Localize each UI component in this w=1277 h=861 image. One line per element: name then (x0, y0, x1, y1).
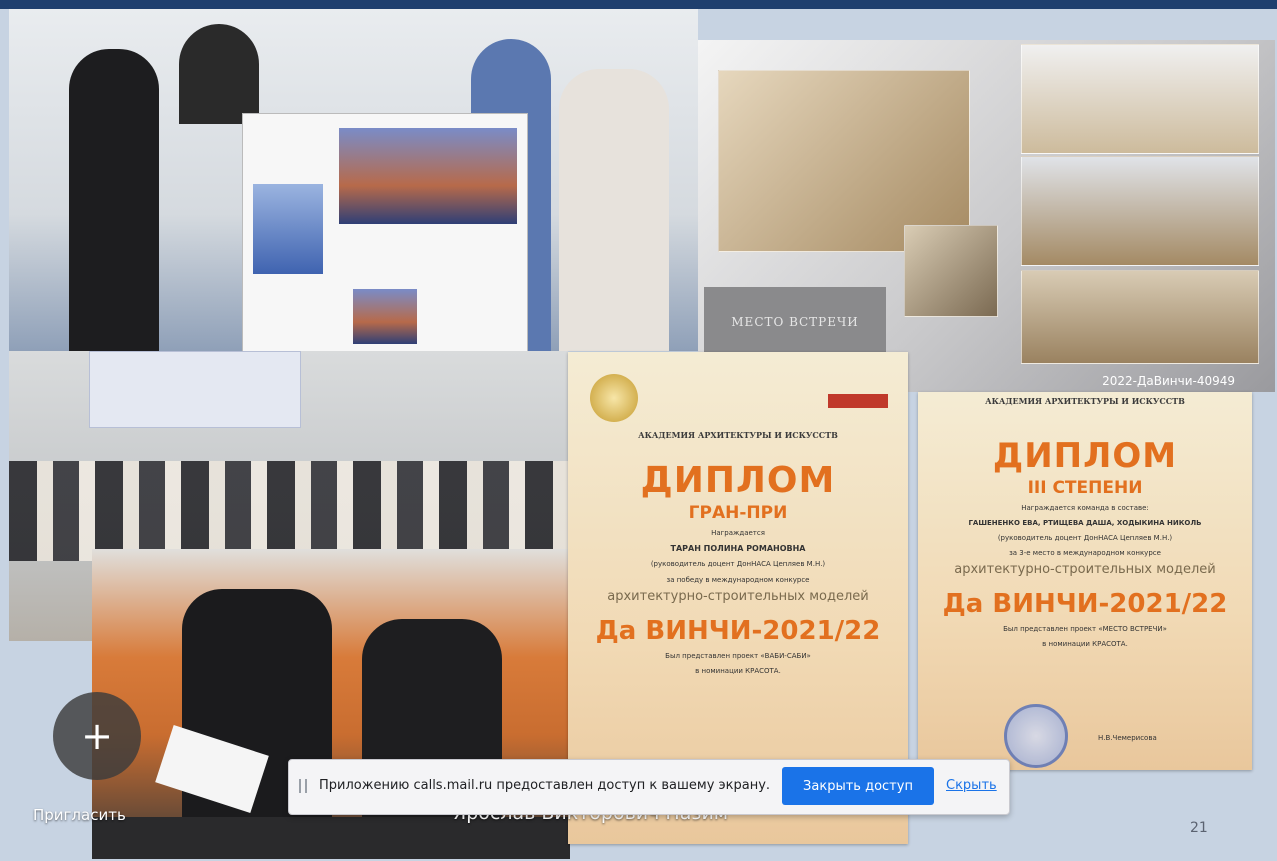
academy-logo (828, 394, 888, 408)
architecture-poster (242, 113, 528, 351)
diploma-title: ДИПЛОМ (992, 436, 1178, 476)
model-caption: 2022-ДаВинчи-40949 (1102, 374, 1235, 388)
diploma-awarded: Награждается (711, 529, 765, 537)
diploma-supervisor: (руководитель доцент ДонНАСА Цепляев М.Н… (650, 560, 826, 569)
diploma-contest: архитектурно-строительных моделей (607, 588, 869, 604)
hide-link[interactable]: Скрыть (946, 778, 997, 793)
diploma-project: Был представлен проект «ВАБИ-САБИ» (665, 651, 811, 660)
event-banner (89, 351, 301, 428)
diploma-nomination: в номинации КРАСОТА. (695, 666, 781, 675)
team-poster-photo (9, 9, 698, 351)
invite-label: Пригласить (33, 806, 126, 824)
bridge-model-angle (1021, 156, 1259, 266)
invite-button[interactable]: + (53, 692, 141, 780)
drag-handle-icon[interactable] (299, 779, 307, 793)
share-message: Приложению calls.mail.ru предоставлен до… (319, 778, 771, 793)
architectural-models-photo: МЕСТО ВСТРЕЧИ 2022-ДаВинчи-40949 (698, 40, 1275, 392)
slide-number: 21 (1190, 820, 1208, 836)
screen-share-notification: Приложению calls.mail.ru предоставлен до… (288, 759, 1010, 815)
diploma-title: ДИПЛОМ (640, 460, 836, 501)
diploma-subtitle: ГРАН-ПРИ (688, 503, 788, 523)
bridge-model-side (1021, 44, 1259, 154)
diploma-academy: АКАДЕМИЯ АРХИТЕКТУРЫ И ИСКУССТВ (985, 396, 1185, 406)
diploma-supervisor: (руководитель доцент ДонНАСА Цепляев М.Н… (997, 534, 1173, 543)
stop-sharing-button[interactable]: Закрыть доступ (782, 767, 934, 805)
poster-diagram (253, 184, 323, 274)
bridge-model-front (1021, 270, 1259, 364)
diploma-academy: АКАДЕМИЯ АРХИТЕКТУРЫ И ИСКУССТВ (638, 430, 838, 440)
poster-render-image (339, 128, 517, 224)
slide-top-bar (0, 0, 1277, 9)
diploma-awarded: Награждается команда в составе: (1021, 504, 1149, 512)
bridge-model-detail (904, 225, 998, 317)
diploma-reason: за 3-е место в международном конкурсе (1009, 549, 1161, 558)
diploma-recipient: ТАРАН ПОЛИНА РОМАНОВНА (670, 544, 806, 554)
diploma-contest: архитектурно-строительных моделей (954, 562, 1216, 578)
diploma-signer: Н.В.Чемерисова (1098, 734, 1157, 742)
plus-icon: + (81, 714, 113, 758)
person-figure (559, 69, 669, 351)
project-name-label: МЕСТО ВСТРЕЧИ (704, 287, 886, 357)
poster-photo (353, 289, 417, 344)
diploma-subtitle: III СТЕПЕНИ (1027, 478, 1143, 498)
diploma-reason: за победу в международном конкурсе (666, 575, 810, 584)
diploma-recipients: ГАШЕНЕНКО ЕВА, РТИЩЕВА ДАША, ХОДЫКИНА НИ… (968, 519, 1202, 528)
diploma-project: Был представлен проект «МЕСТО ВСТРЕЧИ» (1003, 625, 1167, 634)
diploma-event: Да ВИНЧИ-2021/22 (942, 589, 1228, 620)
diploma-nomination: в номинации КРАСОТА. (1042, 640, 1128, 649)
person-figure (179, 24, 259, 124)
award-winners-row (9, 461, 568, 561)
diploma-third-degree: АКАДЕМИЯ АРХИТЕКТУРЫ И ИСКУССТВ ДИПЛОМ I… (918, 392, 1252, 770)
diploma-event: Да ВИНЧИ-2021/22 (595, 615, 881, 646)
person-figure (69, 49, 159, 351)
official-seal (1004, 704, 1068, 768)
university-emblem (590, 374, 638, 422)
